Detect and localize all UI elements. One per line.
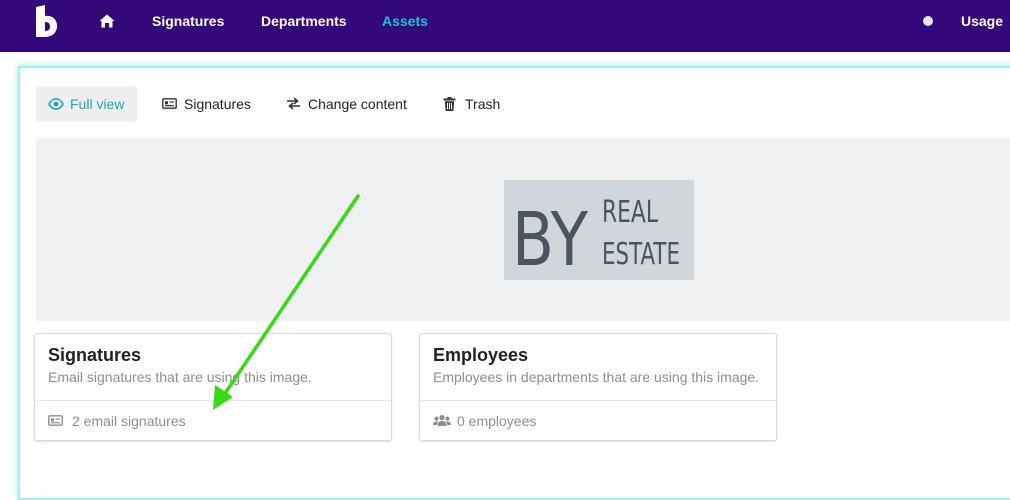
tab-label: Signatures — [184, 96, 251, 112]
card-description: Email signatures that are using this ima… — [48, 369, 312, 385]
asset-detail-panel: Full view Signatures Change content Tras… — [18, 66, 1010, 500]
card-footer-label: 0 employees — [457, 413, 537, 429]
tab-label: Full view — [70, 96, 125, 112]
asset-image-preview: BY REAL ESTATE — [36, 138, 1010, 321]
card-title: Signatures — [48, 345, 142, 365]
logo-line-1: REAL — [602, 195, 658, 230]
nav-signatures[interactable]: Signatures — [152, 0, 224, 42]
top-navbar: Signatures Departments Assets Usage — [0, 0, 1010, 52]
asset-image: BY REAL ESTATE — [504, 180, 694, 283]
nav-departments[interactable]: Departments — [261, 0, 347, 42]
card-divider — [35, 400, 391, 401]
trash-icon — [443, 97, 456, 111]
by-real-estate-logo: BY REAL ESTATE — [512, 195, 680, 283]
nav-assets[interactable]: Assets — [382, 0, 428, 42]
status-dot — [923, 16, 933, 26]
card-divider — [420, 400, 776, 401]
card-title: Employees — [433, 345, 529, 365]
employees-usage-card: Employees Employees in departments that … — [419, 333, 777, 441]
logo-line-2: ESTATE — [602, 237, 680, 272]
users-icon — [433, 415, 451, 426]
tab-trash[interactable]: Trash — [431, 86, 512, 122]
tab-label: Change content — [308, 96, 407, 112]
home-icon[interactable] — [99, 13, 115, 29]
tab-full-view[interactable]: Full view — [36, 86, 137, 122]
nav-usage[interactable]: Usage — [961, 0, 1003, 42]
logo-letters: BY — [512, 197, 589, 280]
brand-logo[interactable] — [33, 5, 59, 37]
exchange-icon — [287, 97, 300, 110]
id-card-icon — [48, 415, 63, 426]
tab-label: Trash — [465, 96, 501, 112]
id-card-icon — [162, 98, 177, 109]
email-signatures-count-link[interactable]: 2 email signatures — [48, 413, 186, 429]
tab-change-content[interactable]: Change content — [274, 86, 419, 122]
tab-signatures[interactable]: Signatures — [150, 86, 263, 122]
eye-icon — [48, 98, 64, 110]
card-footer-label: 2 email signatures — [72, 413, 186, 429]
signatures-usage-card: Signatures Email signatures that are usi… — [34, 333, 392, 441]
employees-count-link[interactable]: 0 employees — [433, 413, 536, 429]
card-description: Employees in departments that are using … — [433, 369, 760, 385]
